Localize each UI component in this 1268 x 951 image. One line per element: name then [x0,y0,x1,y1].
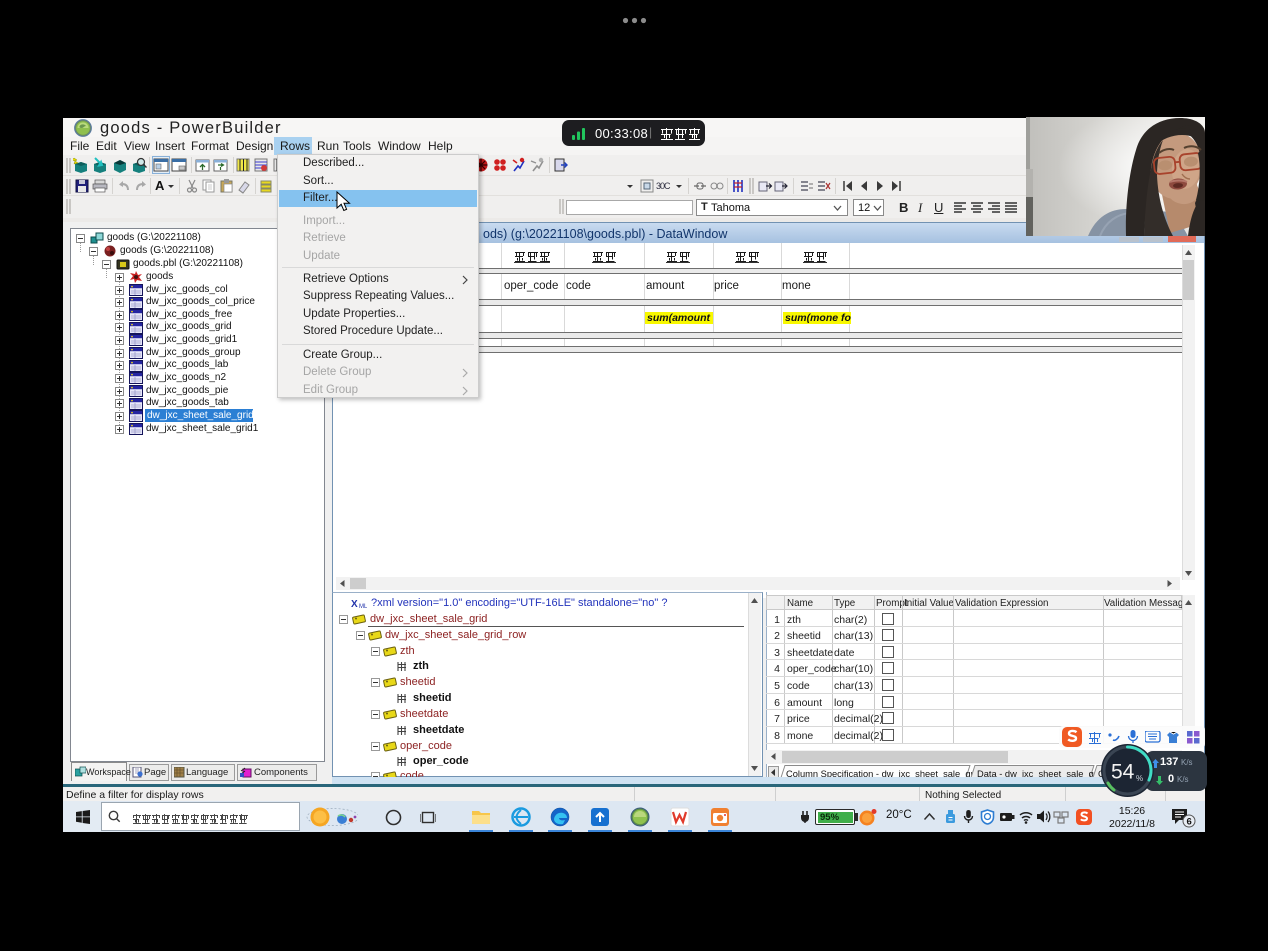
svg-text:X: X [351,599,358,609]
svg-text:%: % [1136,774,1143,783]
svg-text:6: 6 [1187,817,1192,828]
svg-text:54: 54 [1111,761,1135,784]
svg-text:ML: ML [359,604,367,609]
